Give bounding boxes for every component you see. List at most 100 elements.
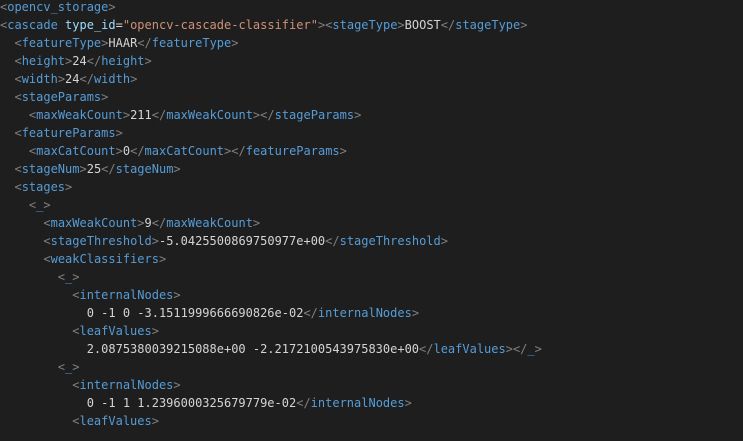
xml-bracket: </ (296, 396, 311, 410)
xml-bracket: > (72, 360, 80, 374)
xml-text: 0 -1 0 -3.1511999666690826e-02 (0, 306, 304, 320)
xml-tag-name: width (21, 72, 58, 86)
code-editor[interactable]: <opencv_storage> <cascade type_id="openc… (0, 0, 743, 441)
xml-bracket: < (14, 180, 22, 194)
xml-text (0, 126, 14, 140)
xml-bracket: < (14, 72, 22, 86)
xml-text (0, 378, 72, 392)
xml-text: HAAR (108, 36, 138, 50)
code-line-6: <stageParams> (0, 88, 108, 106)
xml-text (0, 324, 72, 338)
xml-bracket: < (14, 54, 22, 68)
xml-bracket: ></ (252, 108, 275, 122)
xml-text (0, 360, 58, 374)
xml-text (0, 198, 29, 212)
xml-tag-name: internalNodes (317, 306, 412, 320)
xml-text (0, 162, 14, 176)
xml-tag-name: cascade (7, 18, 58, 32)
xml-text: 25 (86, 162, 102, 176)
xml-bracket: </ (79, 72, 94, 86)
code-line-7: <maxWeakCount>211</maxWeakCount></stageP… (0, 106, 361, 124)
xml-bracket: </ (130, 144, 145, 158)
code-line-2: <cascade type_id="opencv-cascade-classif… (0, 16, 528, 34)
xml-tag-name: stageNum (115, 162, 174, 176)
xml-tag-name: maxWeakCount (166, 216, 253, 230)
xml-bracket: ></ (224, 144, 246, 158)
xml-bracket: </ (440, 18, 456, 32)
xml-text: 0 (122, 144, 131, 158)
xml-bracket: > (173, 288, 181, 302)
xml-bracket: < (43, 216, 51, 230)
xml-tag-name: opencv_storage (7, 0, 109, 14)
xml-bracket: < (43, 252, 51, 266)
xml-tag-name: internalNodes (79, 288, 174, 302)
xml-tag-name: stageNum (21, 162, 80, 176)
xml-bracket: > (79, 162, 87, 176)
xml-text: 2.0875380039215088e+00 -2.21721005439758… (0, 342, 420, 356)
xml-text: 9 (144, 216, 152, 230)
xml-bracket: > (404, 396, 412, 410)
xml-tag-name: stageType (332, 18, 398, 32)
code-line-13: <maxWeakCount>9</maxWeakCount> (0, 214, 260, 232)
xml-bracket: </ (151, 108, 167, 122)
xml-bracket: > (158, 252, 167, 266)
xml-bracket: > (173, 162, 181, 176)
xml-attribute-value: "opencv-cascade-classifier" (122, 18, 318, 32)
xml-tag-name: stageParams (274, 108, 355, 122)
xml-bracket: < (14, 36, 22, 50)
code-line-10: <stageNum>25</stageNum> (0, 160, 181, 178)
code-line-11: <stages> (0, 178, 72, 196)
xml-tag-name: width (93, 72, 131, 86)
xml-tag-name: internalNodes (79, 378, 174, 392)
xml-text: 24 (72, 54, 87, 68)
xml-tag-name: featureParams (245, 144, 340, 158)
xml-text (0, 108, 29, 122)
xml-bracket: < (14, 90, 22, 104)
xml-bracket: > (252, 216, 261, 230)
code-line-22: <internalNodes> (0, 376, 180, 394)
code-line-8: <featureParams> (0, 124, 123, 142)
xml-text (0, 36, 14, 50)
xml-tag-name: stages (21, 180, 66, 194)
xml-text (0, 414, 72, 428)
xml-tag-name: height (101, 54, 145, 68)
xml-bracket: > (144, 54, 152, 68)
xml-text (0, 72, 14, 86)
xml-bracket: > (411, 306, 420, 320)
xml-bracket: > (101, 90, 109, 104)
xml-bracket: > (43, 198, 51, 212)
xml-text (0, 180, 14, 194)
code-line-15: <weakClassifiers> (0, 250, 166, 268)
xml-tag-name: leafValues (79, 324, 152, 338)
xml-text (0, 90, 14, 104)
xml-text (0, 54, 14, 68)
code-line-23: 0 -1 1 1.2396000325679779e-02</internalN… (0, 394, 412, 412)
xml-bracket: > (65, 180, 73, 194)
xml-bracket: > (115, 126, 123, 140)
code-line-9: <maxCatCount>0</maxCatCount></featurePar… (0, 142, 347, 160)
code-line-16: <_> (0, 268, 80, 286)
xml-bracket: </ (303, 306, 318, 320)
xml-bracket: > (151, 414, 159, 428)
xml-bracket: > (520, 18, 528, 32)
xml-bracket: </ (419, 342, 434, 356)
code-line-12: <_> (0, 196, 51, 214)
code-line-18: 0 -1 0 -3.1511999666690826e-02</internal… (0, 304, 419, 322)
xml-equals: = (115, 18, 123, 32)
xml-text (0, 270, 58, 284)
xml-attribute-name: type_id (65, 18, 116, 32)
code-line-20: 2.0875380039215088e+00 -2.21721005439758… (0, 340, 542, 358)
xml-text: -5.0425500869750977e+00 (158, 234, 326, 248)
xml-bracket: < (43, 234, 51, 248)
code-line-17: <internalNodes> (0, 286, 181, 304)
xml-bracket: < (14, 126, 22, 140)
xml-bracket: > (354, 108, 362, 122)
xml-bracket: > (57, 72, 66, 86)
xml-bracket: > (397, 18, 405, 32)
xml-tag-name: featureParams (21, 126, 116, 140)
xml-bracket: > (122, 108, 131, 122)
code-line-24: <leafValues> (0, 412, 159, 430)
xml-text: 211 (130, 108, 152, 122)
xml-text (0, 234, 43, 248)
xml-tag-name: maxCatCount (36, 144, 116, 158)
